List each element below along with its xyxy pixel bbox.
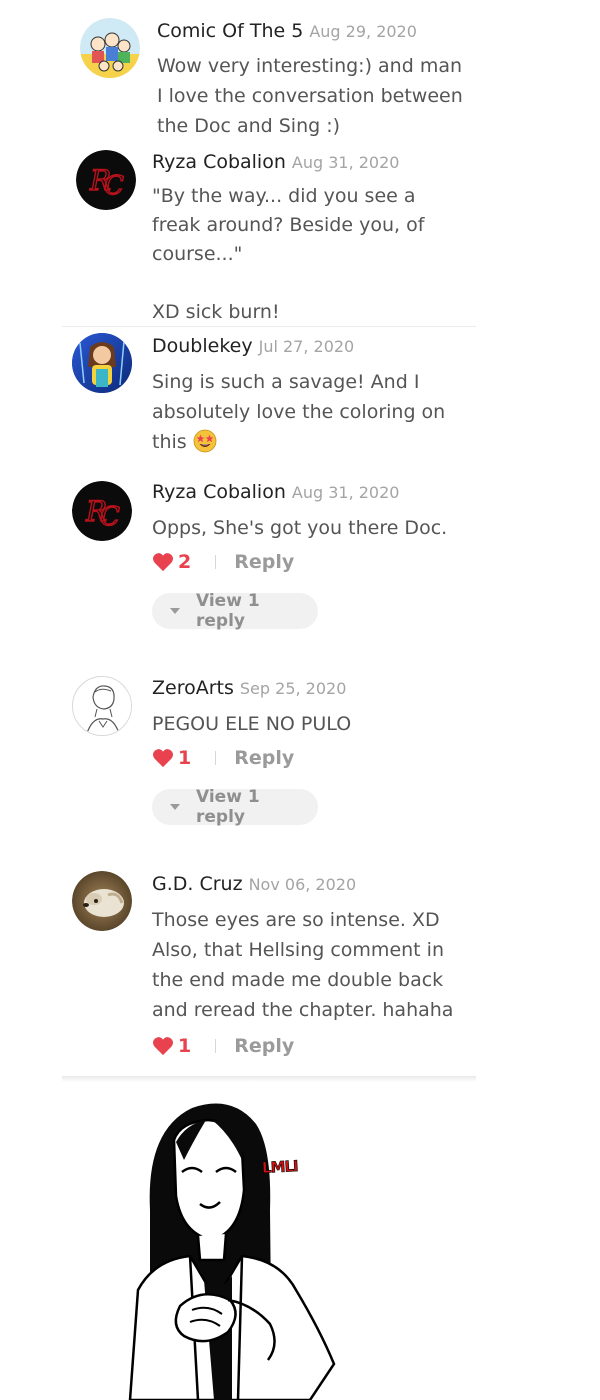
comment-author[interactable]: Ryza Cobalion	[152, 481, 286, 503]
comment-line: freak around? Beside you, of	[152, 214, 425, 236]
smiling-character-drawing-icon	[128, 1103, 336, 1400]
heart-icon[interactable]	[152, 552, 174, 572]
star-struck-emoji-icon	[193, 429, 217, 452]
comment-body: PEGOU ELE NO PULO	[152, 709, 472, 739]
comment-body: "By the way... did you see a freak aroun…	[152, 182, 452, 327]
panel-shadow	[62, 1076, 476, 1082]
comment-line: PEGOU ELE NO PULO	[152, 713, 352, 735]
heart-icon[interactable]	[152, 748, 174, 768]
comment-line: Those eyes are so intense. XD	[152, 909, 440, 931]
svg-text:C: C	[100, 502, 120, 532]
comment-body: Wow very interesting:) and man I love th…	[157, 51, 477, 141]
comment-line: course..."	[152, 243, 243, 265]
view-replies-button[interactable]: View 1 reply	[152, 787, 318, 827]
comment-line: Opps, She's got you there Doc.	[152, 517, 448, 539]
sound-effect-text: LMLI	[261, 1157, 299, 1177]
comment-body: Opps, She's got you there Doc.	[152, 513, 472, 543]
comment-date: Aug 31, 2020	[291, 153, 400, 172]
comment-line: "By the way... did you see a	[152, 185, 416, 207]
svg-text:C: C	[104, 171, 124, 201]
reply-button[interactable]: Reply	[234, 1035, 294, 1057]
divider	[215, 1039, 217, 1053]
comment-meta: Ryza Cobalion Aug 31, 2020	[152, 151, 399, 173]
comment-line: I love the conversation between	[157, 85, 463, 107]
comment-meta: Comic Of The 5 Aug 29, 2020	[157, 20, 417, 42]
rc-monogram-avatar-icon[interactable]: R C	[72, 481, 132, 541]
comment-line: absolutely love the coloring on	[152, 401, 446, 423]
view-replies-label: View 1 reply	[196, 591, 260, 631]
view-replies-button[interactable]: View 1 reply	[152, 591, 318, 631]
comment-date: Nov 06, 2020	[248, 875, 357, 894]
comment-line: Also, that Hellsing comment in	[152, 939, 444, 961]
comment-line: Wow very interesting:) and man	[157, 55, 463, 77]
cartoon-group-avatar-icon[interactable]	[80, 18, 140, 78]
comment-meta: Doublekey Jul 27, 2020	[152, 335, 354, 357]
reply-button[interactable]: Reply	[234, 747, 294, 769]
sketch-character-avatar-icon[interactable]	[72, 676, 132, 736]
comment-date: Aug 31, 2020	[291, 483, 400, 502]
like-count: 1	[178, 747, 192, 769]
comment-date: Aug 29, 2020	[309, 22, 417, 41]
comment-text: this	[152, 431, 187, 453]
comment-actions: 2 Reply	[152, 551, 294, 573]
comment-line: the end made me double back	[152, 969, 444, 991]
comment-meta: ZeroArts Sep 25, 2020	[152, 677, 346, 699]
comment-author[interactable]: G.D. Cruz	[152, 873, 243, 895]
heart-icon[interactable]	[152, 1036, 174, 1056]
dog-photo-avatar-icon[interactable]	[72, 871, 132, 931]
comment-body: Sing is such a savage! And I absolutely …	[152, 367, 472, 457]
comment-date: Jul 27, 2020	[258, 337, 355, 356]
view-replies-label: View 1 reply	[196, 787, 260, 827]
comment-line: Sing is such a savage! And I	[152, 371, 420, 393]
blue-character-avatar-icon[interactable]	[72, 333, 132, 393]
comment-line: and reread the chapter. hahaha	[152, 999, 454, 1021]
comment-body: Those eyes are so intense. XD Also, that…	[152, 905, 472, 1025]
comment-meta: Ryza Cobalion Aug 31, 2020	[152, 481, 399, 503]
comment-actions: 1 Reply	[152, 1035, 294, 1057]
comment-line-blank	[152, 269, 452, 298]
comment-author[interactable]: Doublekey	[152, 335, 253, 357]
reply-button[interactable]: Reply	[234, 551, 294, 573]
comment-author[interactable]: Ryza Cobalion	[152, 151, 286, 173]
comment-meta: G.D. Cruz Nov 06, 2020	[152, 873, 356, 895]
divider	[215, 555, 217, 569]
rc-monogram-avatar-icon[interactable]: R C	[76, 150, 136, 210]
comment-date: Sep 25, 2020	[239, 679, 347, 698]
comment-author[interactable]: Comic Of The 5	[157, 20, 303, 42]
like-count: 1	[178, 1035, 192, 1057]
comment-line-with-emoji: this	[152, 427, 472, 457]
like-count: 2	[178, 551, 192, 573]
comment-author[interactable]: ZeroArts	[152, 677, 234, 699]
comment-actions: 1 Reply	[152, 747, 294, 769]
divider	[215, 751, 217, 765]
caret-down-icon	[170, 804, 180, 810]
comment-line: the Doc and Sing :)	[157, 115, 341, 137]
caret-down-icon	[170, 608, 180, 614]
comment-line: XD sick burn!	[152, 301, 280, 323]
